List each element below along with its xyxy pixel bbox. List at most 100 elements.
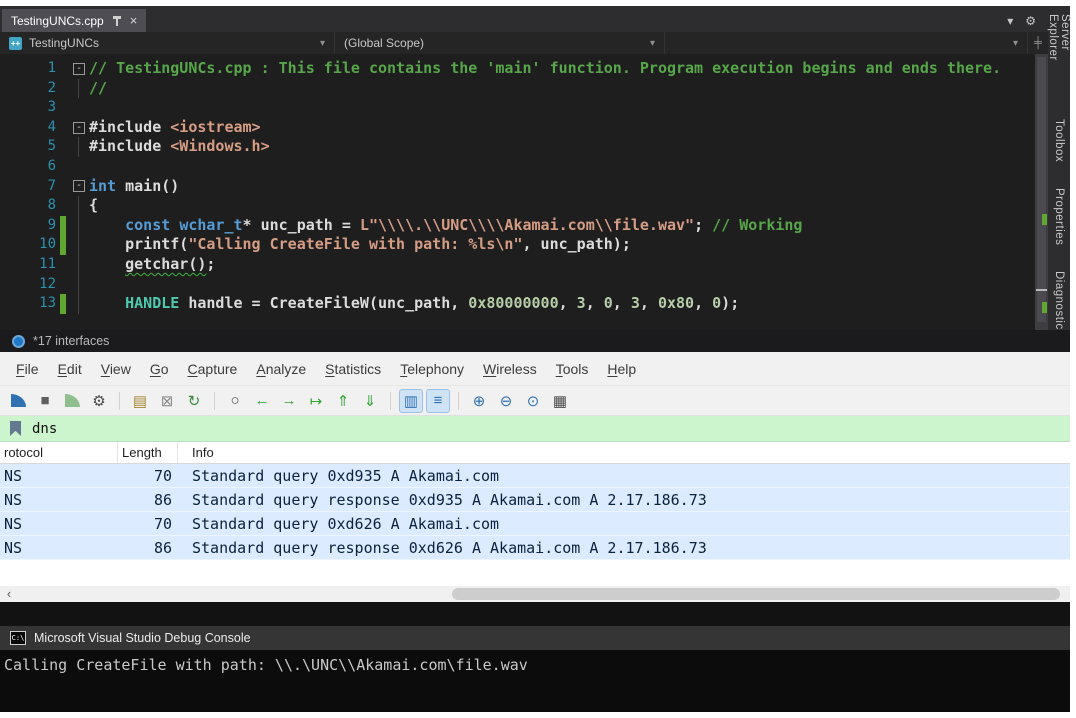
go-first-icon[interactable]: ⇑	[331, 389, 355, 413]
column-header-protocol[interactable]: rotocol	[0, 442, 118, 463]
code-line[interactable]: 9 const wchar_t* unc_path = L"\\\\.\\UNC…	[0, 216, 1048, 236]
side-panel-tab-toolbox[interactable]: Toolbox	[1053, 119, 1065, 162]
wireshark-window: *17 interfaces File Edit View Go Capture Anal…	[0, 330, 1070, 602]
settings-gear-icon[interactable]: ⚙	[1025, 14, 1036, 28]
code-line[interactable]: 5#include <Windows.h>	[0, 137, 1048, 157]
side-panel-tab-properties[interactable]: Properties	[1053, 188, 1065, 245]
side-panel-tab-server-explorer[interactable]: Server Explorer	[1047, 14, 1071, 93]
code-line[interactable]: 10 printf("Calling CreateFile with path:…	[0, 235, 1048, 255]
menu-view[interactable]: View	[101, 361, 131, 377]
menu-help[interactable]: Help	[607, 361, 636, 377]
zoom-in-icon[interactable]: ⊕	[467, 389, 491, 413]
editor-scrollbar[interactable]	[1035, 54, 1048, 330]
code-line[interactable]: 7-int main()	[0, 177, 1048, 197]
open-file-icon[interactable]: ▤	[128, 389, 152, 413]
code-editor[interactable]: 1-// TestingUNCs.cpp : This file contain…	[0, 54, 1048, 330]
go-forward-icon[interactable]: →	[277, 389, 301, 413]
scope-dropdown[interactable]: (Global Scope) ▾	[335, 32, 665, 54]
editor-tab[interactable]: TestingUNCs.cpp ×	[2, 9, 146, 32]
start-capture-icon[interactable]	[6, 389, 30, 413]
code-line[interactable]: 8{	[0, 196, 1048, 216]
close-file-icon[interactable]: ⊠	[155, 389, 179, 413]
auto-scroll-icon[interactable]: ▥	[399, 389, 423, 413]
resize-columns-icon[interactable]: ▦	[548, 389, 572, 413]
change-indicator	[56, 79, 69, 99]
menu-tools[interactable]: Tools	[556, 361, 589, 377]
scrollbar-thumb[interactable]	[1037, 57, 1046, 322]
packet-list-empty-area	[0, 560, 1070, 586]
fold-collapse-icon[interactable]: -	[73, 122, 85, 134]
menu-analyze[interactable]: Analyze	[256, 361, 306, 377]
toolbar-separator	[390, 392, 391, 410]
code-text: #include <Windows.h>	[89, 137, 270, 157]
filter-input[interactable]: dns	[32, 421, 57, 437]
side-panel-tab-diagnostic[interactable]: Diagnostic	[1053, 271, 1065, 330]
editor-split-handle[interactable]: ╪	[1028, 32, 1048, 54]
scroll-left-icon[interactable]: ‹	[0, 586, 18, 602]
reload-file-icon[interactable]: ↻	[182, 389, 206, 413]
code-line[interactable]: 13 HANDLE handle = CreateFileW(unc_path,…	[0, 294, 1048, 314]
colorize-icon[interactable]: ≡	[426, 389, 450, 413]
code-line[interactable]: 4-#include <iostream>	[0, 118, 1048, 138]
visual-studio-window: TestingUNCs.cpp × ▾ ⚙ ++ TestingUNCs ▾ (…	[0, 6, 1070, 330]
close-icon[interactable]: ×	[130, 14, 138, 27]
menu-capture[interactable]: Capture	[188, 361, 238, 377]
change-indicator	[56, 59, 69, 79]
filter-bookmark-icon[interactable]	[10, 421, 21, 436]
packet-rows: NS70Standard query 0xd935 A Akamai.comNS…	[0, 464, 1070, 560]
menu-statistics[interactable]: Statistics	[325, 361, 381, 377]
fold-collapse-icon[interactable]: -	[73, 63, 85, 75]
packet-row[interactable]: NS70Standard query 0xd935 A Akamai.com	[0, 464, 1070, 488]
member-dropdown[interactable]: ▾	[665, 32, 1028, 54]
packet-row[interactable]: NS70Standard query 0xd626 A Akamai.com	[0, 512, 1070, 536]
go-last-icon[interactable]: ⇓	[358, 389, 382, 413]
scrollbar-thumb[interactable]	[452, 588, 1060, 600]
code-text: {	[89, 196, 98, 216]
code-line[interactable]: 11 getchar();	[0, 255, 1048, 275]
code-line[interactable]: 2//	[0, 79, 1048, 99]
fold-column	[69, 255, 89, 275]
find-packet-icon[interactable]: ○	[223, 389, 247, 413]
code-line[interactable]: 6	[0, 157, 1048, 177]
go-back-icon[interactable]: ←	[250, 389, 274, 413]
packet-protocol: NS	[0, 467, 118, 485]
column-header-length[interactable]: Length	[118, 442, 178, 463]
fold-collapse-icon[interactable]: -	[73, 180, 85, 192]
horizontal-scrollbar[interactable]: ‹	[0, 586, 1070, 602]
code-line[interactable]: 3	[0, 98, 1048, 118]
stop-capture-icon[interactable]: ■	[33, 389, 57, 413]
change-mark	[1042, 214, 1047, 225]
pin-icon[interactable]	[112, 15, 122, 27]
code-line[interactable]: 12	[0, 275, 1048, 295]
change-indicator	[56, 137, 69, 157]
restart-capture-icon[interactable]	[60, 389, 84, 413]
project-dropdown[interactable]: ++ TestingUNCs ▾	[0, 32, 335, 54]
console-output[interactable]: Calling CreateFile with path: \\.\UNC\\A…	[0, 650, 1070, 712]
capture-options-icon[interactable]: ⚙	[87, 389, 111, 413]
zoom-out-icon[interactable]: ⊖	[494, 389, 518, 413]
menu-telephony[interactable]: Telephony	[400, 361, 464, 377]
fold-column	[69, 98, 89, 118]
packet-row[interactable]: NS86Standard query response 0xd935 A Aka…	[0, 488, 1070, 512]
packet-info: Standard query response 0xd935 A Akamai.…	[178, 491, 1070, 509]
fold-column	[69, 137, 89, 157]
menu-edit[interactable]: Edit	[58, 361, 82, 377]
packet-row[interactable]: NS86Standard query response 0xd626 A Aka…	[0, 536, 1070, 560]
console-icon: C:\	[10, 631, 26, 645]
line-number: 9	[0, 216, 56, 236]
go-to-packet-icon[interactable]: ↦	[304, 389, 328, 413]
zoom-original-icon[interactable]: ⊙	[521, 389, 545, 413]
wireshark-window-title: *17 interfaces	[33, 334, 109, 348]
change-indicator	[56, 235, 69, 255]
packet-list-header: rotocol Length Info	[0, 442, 1070, 464]
code-line[interactable]: 1-// TestingUNCs.cpp : This file contain…	[0, 59, 1048, 79]
code-text: getchar();	[89, 255, 215, 275]
packet-protocol: NS	[0, 539, 118, 557]
chevron-down-icon[interactable]: ▾	[1007, 14, 1013, 28]
column-header-info[interactable]: Info	[178, 442, 1070, 463]
menu-go[interactable]: Go	[150, 361, 169, 377]
packet-length: 70	[118, 515, 178, 533]
menu-wireless[interactable]: Wireless	[483, 361, 537, 377]
wireshark-toolbar: ■ ⚙ ▤⊠↻ ○←→↦⇑⇓ ▥≡ ⊕⊖⊙▦	[0, 386, 1070, 416]
menu-file[interactable]: File	[16, 361, 39, 377]
